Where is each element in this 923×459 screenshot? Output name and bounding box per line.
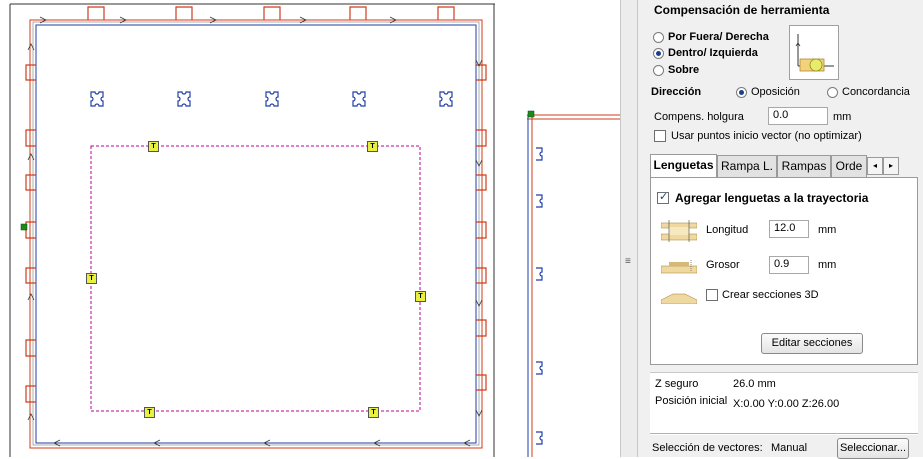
thickness-unit: mm	[818, 259, 837, 271]
length-unit: mm	[818, 224, 837, 236]
toolpath-lines	[29, 19, 483, 449]
toolpath-panel: Compensación de herramienta Por Fuera/ D…	[638, 0, 923, 459]
radio-inside-label: Dentro/ Izquierda	[668, 47, 758, 59]
tab-orden[interactable]: Orde	[831, 155, 867, 177]
direction-label: Dirección	[651, 86, 702, 98]
tab-rampa-l[interactable]: Rampa L.	[717, 155, 777, 177]
outer-vector	[35, 24, 477, 444]
radio-conventional[interactable]	[827, 87, 838, 98]
allowance-unit: mm	[833, 111, 852, 123]
tab-marker[interactable]: T	[415, 291, 426, 302]
tab-rampas[interactable]: Rampas	[777, 155, 831, 177]
thickness-label: Grosor	[706, 259, 740, 271]
radio-outside[interactable]	[653, 32, 664, 43]
radio-inside[interactable]	[653, 48, 664, 59]
length-label: Longitud	[706, 224, 749, 236]
grip-icon: ≡	[625, 256, 631, 267]
lenguetas-tab-panel: Agregar lenguetas a la trayectoria Longi…	[650, 177, 918, 365]
start-point-marker	[20, 223, 28, 231]
tab-scroll-left-icon[interactable]: ◂	[867, 157, 883, 175]
radio-conventional-label: Concordancia	[842, 86, 910, 98]
select-vectors-button[interactable]: Seleccionar...	[837, 438, 909, 459]
tab-3d-icon	[660, 290, 698, 305]
toolpath-preview	[9, 3, 620, 457]
second-part	[527, 110, 620, 457]
panel-splitter[interactable]: ≡	[620, 0, 638, 457]
safe-z-label: Z seguro	[655, 378, 699, 390]
right-tabs	[476, 64, 487, 391]
use-vector-start-label: Usar puntos inicio vector (no optimizar)	[671, 130, 862, 142]
tab-length-icon	[660, 220, 698, 242]
thickness-input[interactable]: 0.9	[769, 256, 809, 274]
radio-climb[interactable]	[736, 87, 747, 98]
radio-on-label: Sobre	[668, 64, 700, 76]
divider	[650, 433, 918, 434]
use-vector-start-checkbox[interactable]	[654, 130, 666, 142]
allowance-label: Compens. holgura	[654, 111, 744, 123]
tab-thickness-icon	[660, 258, 698, 274]
top-tabs	[87, 6, 455, 20]
create-3d-label: Crear secciones 3D	[722, 289, 819, 301]
tab-marker[interactable]: T	[368, 407, 379, 418]
radio-climb-label: Oposición	[751, 86, 800, 98]
radio-on[interactable]	[653, 65, 664, 76]
home-position-label: Posición inicial	[655, 395, 728, 407]
tool-comp-preview-icon	[789, 25, 839, 80]
tab-marker[interactable]: T	[86, 273, 97, 284]
radio-outside-label: Por Fuera/ Derecha	[668, 31, 769, 43]
tab-lenguetas[interactable]: Lenguetas	[650, 154, 717, 178]
create-3d-checkbox[interactable]	[706, 289, 718, 301]
add-tabs-label: Agregar lenguetas a la trayectoria	[675, 191, 869, 205]
vector-selection-label: Selección de vectores:	[652, 442, 763, 454]
home-position-value: X:0.00 Y:0.00 Z:26.00	[733, 398, 840, 410]
tab-marker[interactable]: T	[144, 407, 155, 418]
direction-arrows	[27, 16, 483, 447]
selected-vector	[90, 145, 421, 412]
tool-comp-title: Compensación de herramienta	[654, 3, 830, 17]
dogbone-vectors	[90, 91, 453, 107]
edit-sections-button[interactable]: Editar secciones	[761, 333, 863, 354]
vector-selection-mode: Manual	[771, 442, 808, 454]
tab-scroll-right-icon[interactable]: ▸	[883, 157, 899, 175]
length-input[interactable]: 12.0	[769, 220, 809, 238]
drawing-canvas[interactable]: T T T T T T	[0, 0, 620, 457]
tab-marker[interactable]: T	[148, 141, 159, 152]
safe-z-value: 26.0 mm	[733, 378, 776, 390]
add-tabs-checkbox[interactable]	[657, 190, 669, 204]
tab-marker[interactable]: T	[367, 141, 378, 152]
left-tabs	[25, 64, 36, 403]
allowance-input[interactable]: 0.0	[768, 107, 828, 125]
